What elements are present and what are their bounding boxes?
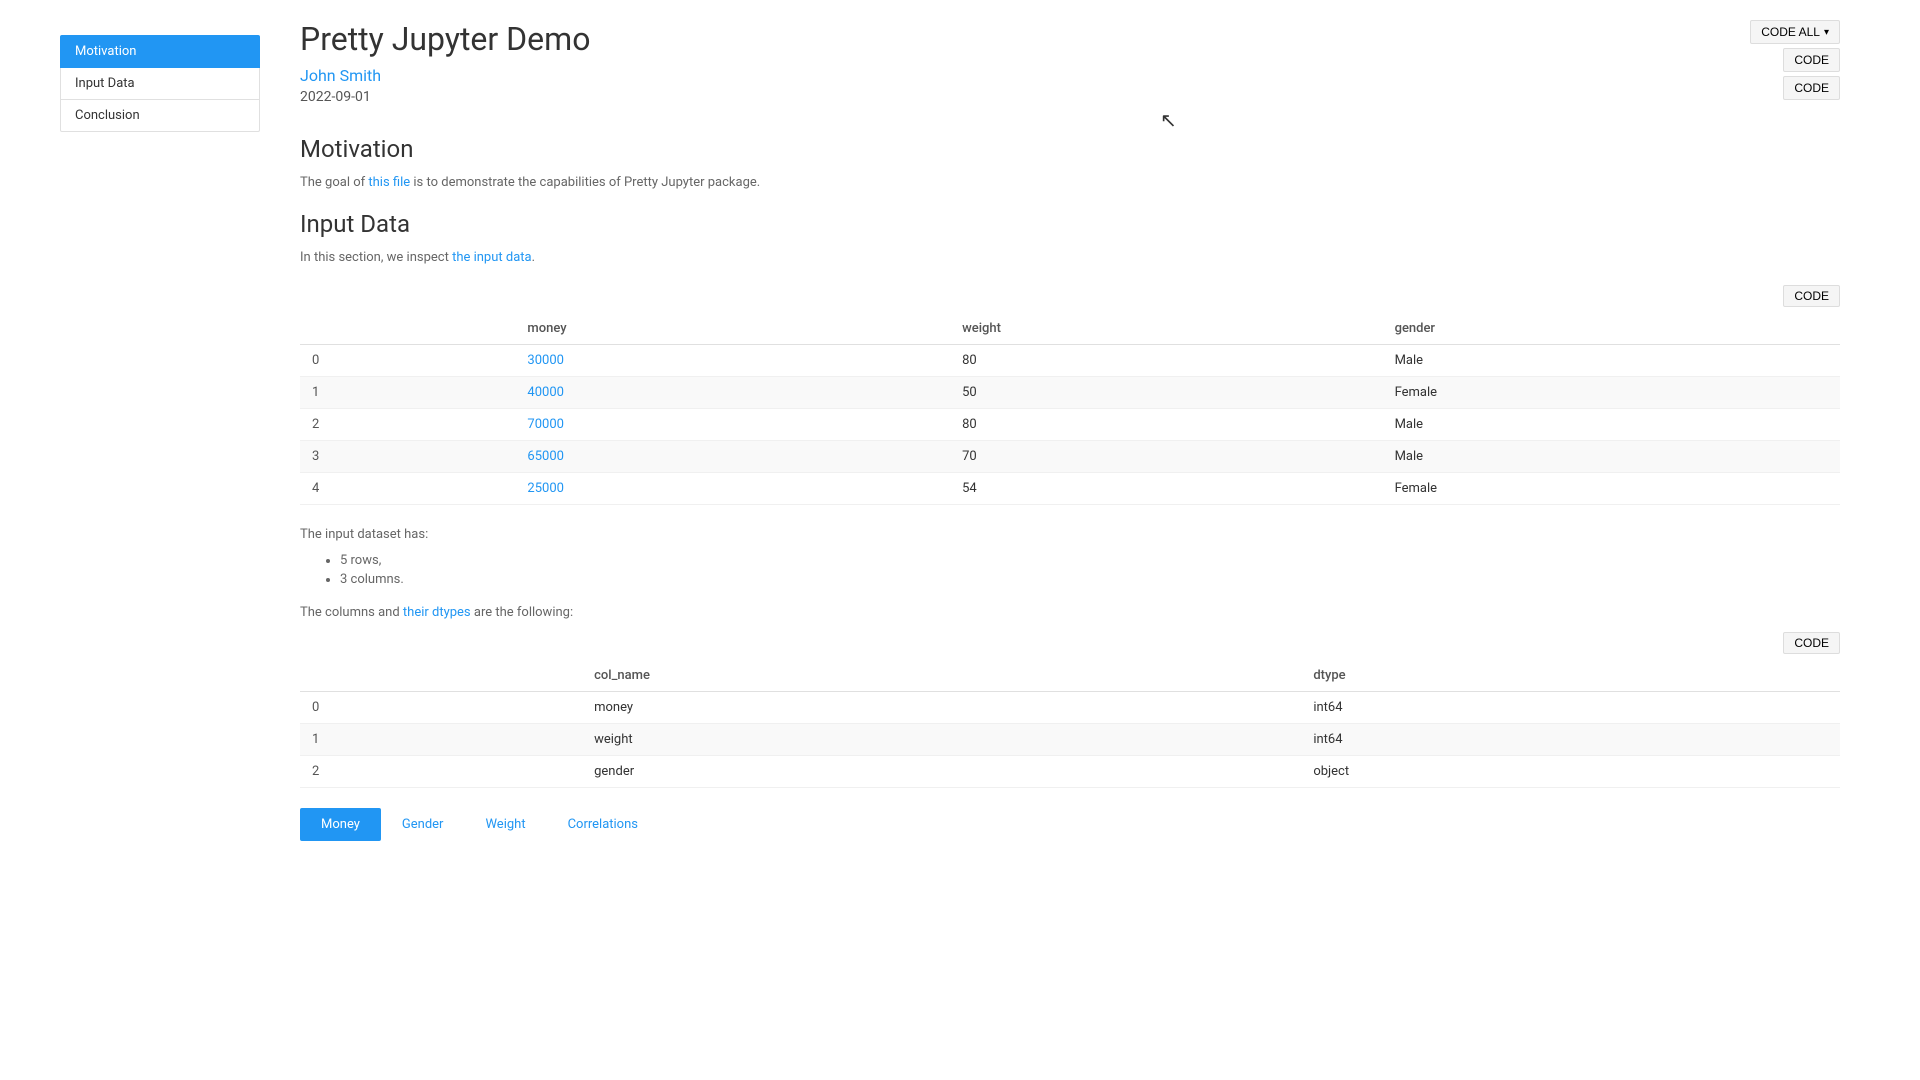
- cell-index: 4: [300, 472, 515, 504]
- table-row: 0 money int64: [300, 692, 1840, 724]
- code-button-table2[interactable]: CODE: [1783, 632, 1840, 654]
- cell-index: 1: [300, 376, 515, 408]
- cell-gender: Female: [1383, 376, 1840, 408]
- motivation-text-link[interactable]: this file: [368, 175, 410, 190]
- cell-money: 70000: [515, 408, 950, 440]
- cell-gender: Male: [1383, 408, 1840, 440]
- sidebar-item-motivation[interactable]: Motivation: [60, 35, 260, 68]
- code-button-2[interactable]: CODE: [1783, 76, 1840, 100]
- cursor-icon: ↖: [1160, 108, 1177, 132]
- table-row: 2 70000 80 Male: [300, 408, 1840, 440]
- data-table-1: money weight gender 0 30000 80 Male 1 40…: [300, 313, 1840, 505]
- dtype-text-link[interactable]: their dtypes: [403, 605, 471, 620]
- cell-dtype: object: [1301, 756, 1840, 788]
- cell-money: 40000: [515, 376, 950, 408]
- cell-index: 0: [300, 344, 515, 376]
- dataset-info-prefix: The input dataset has:: [300, 525, 1840, 546]
- cell-col-name: money: [582, 692, 1301, 724]
- table-row: 3 65000 70 Male: [300, 440, 1840, 472]
- cell-gender: Male: [1383, 344, 1840, 376]
- table2-header-index: [300, 660, 582, 692]
- input-data-intro-plain: In this section, we inspect: [300, 250, 452, 265]
- dtype-text-rest: are the following:: [471, 605, 573, 620]
- sidebar-item-input-data[interactable]: Input Data: [60, 68, 260, 100]
- table2-header-dtype: dtype: [1301, 660, 1840, 692]
- motivation-text: The goal of this file is to demonstrate …: [300, 173, 1840, 194]
- doc-author: John Smith: [300, 66, 1840, 85]
- code-all-area: CODE ALL ▾ CODE CODE: [1750, 20, 1840, 100]
- cell-dtype: int64: [1301, 692, 1840, 724]
- table1-header-gender: gender: [1383, 313, 1840, 345]
- sidebar: Motivation Input Data Conclusion: [60, 15, 260, 1080]
- input-data-intro-rest: .: [532, 250, 535, 265]
- motivation-title: Motivation: [300, 135, 1840, 163]
- doc-title: Pretty Jupyter Demo: [300, 20, 1840, 58]
- tab-money[interactable]: Money: [300, 808, 381, 841]
- cell-weight: 70: [950, 440, 1382, 472]
- cell-index: 0: [300, 692, 582, 724]
- cell-index: 1: [300, 724, 582, 756]
- cell-dtype: int64: [1301, 724, 1840, 756]
- code-button-1[interactable]: CODE: [1783, 48, 1840, 72]
- cell-weight: 54: [950, 472, 1382, 504]
- cell-index: 2: [300, 408, 515, 440]
- table-row: 1 weight int64: [300, 724, 1840, 756]
- cell-index: 3: [300, 440, 515, 472]
- cell-gender: Female: [1383, 472, 1840, 504]
- table-row: 2 gender object: [300, 756, 1840, 788]
- input-data-intro: In this section, we inspect the input da…: [300, 248, 1840, 269]
- motivation-text-plain: The goal of: [300, 175, 368, 190]
- tab-bar: Money Gender Weight Correlations: [300, 808, 1840, 841]
- bullet-cols: 3 columns.: [340, 572, 1840, 587]
- cell-weight: 80: [950, 408, 1382, 440]
- cell-money: 25000: [515, 472, 950, 504]
- tab-correlations[interactable]: Correlations: [547, 808, 659, 841]
- cell-index: 2: [300, 756, 582, 788]
- data-table-2: col_name dtype 0 money int64 1 weight in…: [300, 660, 1840, 788]
- table1-header-money: money: [515, 313, 950, 345]
- code-all-arrow-icon: ▾: [1824, 27, 1829, 38]
- input-data-title: Input Data: [300, 210, 1840, 238]
- code-button-table1[interactable]: CODE: [1783, 285, 1840, 307]
- sidebar-item-conclusion[interactable]: Conclusion: [60, 100, 260, 132]
- table-row: 0 30000 80 Male: [300, 344, 1840, 376]
- cell-gender: Male: [1383, 440, 1840, 472]
- doc-date: 2022-09-01: [300, 89, 1840, 105]
- dtype-text-prefix: The columns and: [300, 605, 403, 620]
- dataset-bullets: 5 rows, 3 columns.: [300, 553, 1840, 587]
- table-row: 4 25000 54 Female: [300, 472, 1840, 504]
- cell-weight: 50: [950, 376, 1382, 408]
- tab-weight[interactable]: Weight: [464, 808, 546, 841]
- dtype-info-text: The columns and their dtypes are the fol…: [300, 603, 1840, 624]
- table1-header-weight: weight: [950, 313, 1382, 345]
- table-row: 1 40000 50 Female: [300, 376, 1840, 408]
- main-content: CODE ALL ▾ CODE CODE ↖ Pretty Jupyter De…: [260, 0, 1920, 1080]
- cell-money: 30000: [515, 344, 950, 376]
- table2-header-col-name: col_name: [582, 660, 1301, 692]
- cell-money: 65000: [515, 440, 950, 472]
- code-btn-row-2: CODE: [300, 632, 1840, 654]
- bullet-rows: 5 rows,: [340, 553, 1840, 568]
- tab-gender[interactable]: Gender: [381, 808, 465, 841]
- cell-weight: 80: [950, 344, 1382, 376]
- input-data-intro-link[interactable]: the input data: [452, 250, 532, 265]
- code-btn-row-1: CODE: [300, 285, 1840, 307]
- code-all-button[interactable]: CODE ALL ▾: [1750, 20, 1840, 44]
- cell-col-name: weight: [582, 724, 1301, 756]
- motivation-text-rest: is to demonstrate the capabilities of Pr…: [410, 175, 760, 190]
- code-all-label: CODE ALL: [1761, 25, 1820, 39]
- cell-col-name: gender: [582, 756, 1301, 788]
- table1-header-index: [300, 313, 515, 345]
